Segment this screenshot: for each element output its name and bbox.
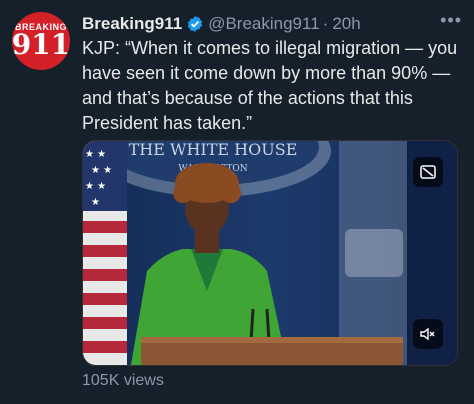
separator-dot: · (322, 14, 329, 33)
svg-text:★ ★: ★ ★ (91, 165, 112, 176)
video-player[interactable]: THE WHITE HOUSE WASHINGTON ★ ★★ ★★ ★★ (82, 140, 458, 366)
svg-text:★: ★ (91, 197, 100, 208)
svg-text:★ ★: ★ ★ (85, 181, 106, 192)
tweet-text: KJP: “When it comes to illegal migration… (82, 38, 458, 133)
svg-text:★ ★: ★ ★ (85, 149, 106, 160)
view-count[interactable]: 105K views (82, 372, 164, 390)
captions-icon (420, 165, 436, 179)
verified-badge-icon (186, 15, 204, 33)
backdrop-title: THE WHITE HOUSE (129, 141, 298, 159)
avatar[interactable]: BREAKING 911 (12, 12, 70, 70)
handle[interactable]: @Breaking911 (208, 14, 319, 34)
video-frame: THE WHITE HOUSE WASHINGTON ★ ★★ ★★ ★★ (83, 141, 457, 365)
timestamp[interactable]: 20h (332, 14, 360, 34)
tweet-header: Breaking911 @Breaking911 · 20h ••• (82, 10, 462, 36)
mute-icon (420, 327, 435, 341)
mute-button[interactable] (413, 319, 443, 349)
display-name[interactable]: Breaking911 (82, 14, 182, 34)
avatar-logo-number: 911 (12, 28, 70, 61)
captions-button[interactable] (413, 157, 443, 187)
more-options-icon[interactable]: ••• (440, 10, 462, 31)
